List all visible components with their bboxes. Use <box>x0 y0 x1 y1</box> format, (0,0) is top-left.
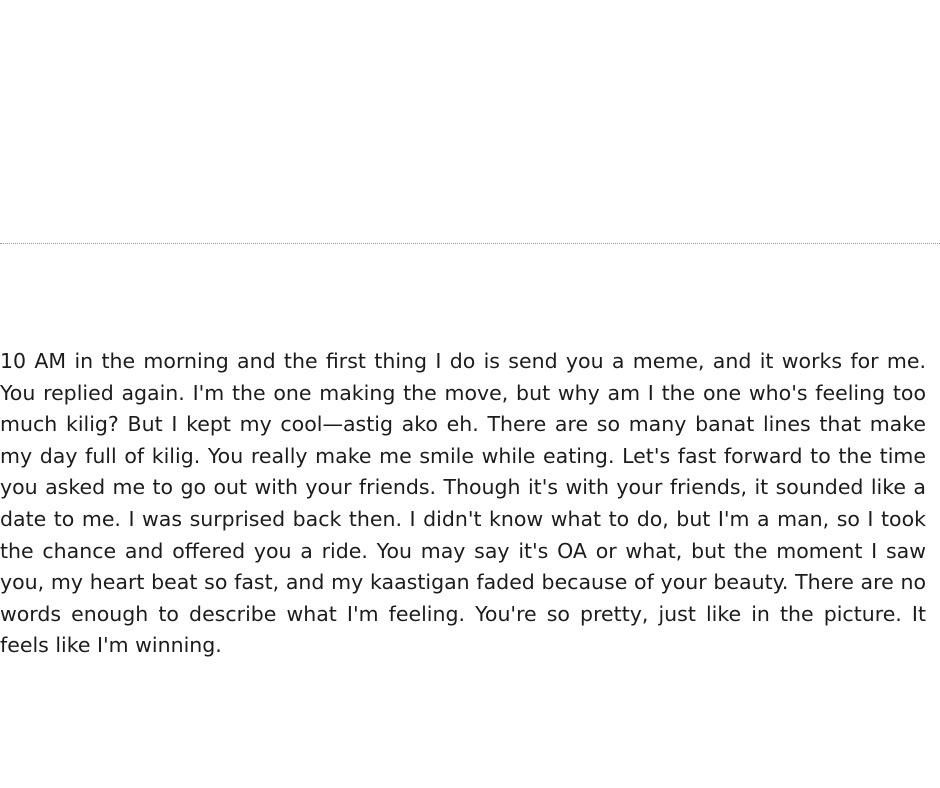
page-break-divider <box>0 243 940 244</box>
body-paragraph: 10 AM in the morning and the first thing… <box>0 349 926 658</box>
document-page: 10 AM in the morning and the first thing… <box>0 0 940 788</box>
